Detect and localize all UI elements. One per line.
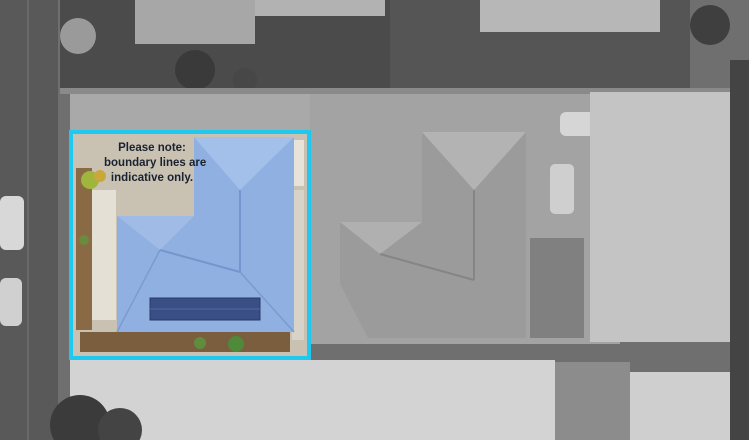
boundary-note: Please note: boundary lines are indicati…: [104, 141, 207, 186]
note-line-3: indicative only.: [110, 172, 194, 184]
neighbour-roof: [135, 0, 255, 44]
car: [0, 196, 24, 250]
car: [0, 278, 22, 326]
neighbour-roof: [480, 0, 660, 32]
garden-bed: [76, 168, 92, 330]
neighbour-roof: [590, 92, 730, 342]
garden-bed: [80, 332, 290, 352]
neighbour-roof: [630, 372, 730, 440]
neighbour-roof: [70, 360, 555, 440]
aerial-photo: [0, 0, 749, 440]
note-line-2: boundary lines are: [104, 157, 207, 169]
note-line-1: Please note:: [118, 142, 186, 154]
neighbour-roof: [255, 0, 385, 16]
car: [550, 164, 574, 214]
